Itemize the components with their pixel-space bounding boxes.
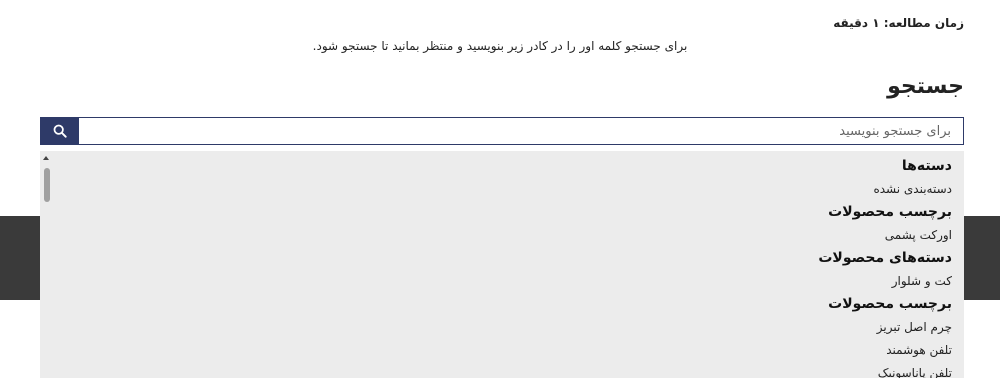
scroll-up-arrow[interactable] bbox=[43, 156, 49, 160]
result-item[interactable]: کت و شلوار bbox=[818, 270, 952, 293]
search-box bbox=[40, 117, 964, 145]
search-title: جستجو bbox=[887, 74, 964, 99]
search-icon bbox=[53, 124, 67, 138]
search-input[interactable] bbox=[79, 118, 963, 144]
group-header-product-categories: دسته‌های محصولات bbox=[818, 250, 952, 266]
reading-time: زمان مطالعه: ۱ دقیقه bbox=[833, 16, 964, 30]
group-header-product-tags: برچسب محصولات bbox=[828, 296, 952, 312]
scrollbar-thumb[interactable] bbox=[44, 168, 50, 202]
group-header-categories: دسته‌ها bbox=[901, 158, 952, 174]
result-item[interactable]: چرم اصل تبریز bbox=[818, 316, 952, 339]
results-list: دسته‌ها دسته‌بندی نشده برچسب محصولات اور… bbox=[818, 155, 952, 378]
result-item[interactable]: تلفن هوشمند bbox=[818, 339, 952, 362]
search-results-dropdown[interactable]: دسته‌ها دسته‌بندی نشده برچسب محصولات اور… bbox=[40, 151, 964, 378]
result-item[interactable]: اورکت پشمی bbox=[818, 224, 952, 247]
result-item[interactable]: تلفن پاناسونیک bbox=[818, 362, 952, 378]
search-instruction: برای جستجو کلمه اور را در کادر زیر بنویس… bbox=[312, 39, 688, 53]
search-button[interactable] bbox=[41, 118, 79, 144]
group-header-product-tags: برچسب محصولات bbox=[828, 204, 952, 220]
result-item[interactable]: دسته‌بندی نشده bbox=[818, 178, 952, 201]
